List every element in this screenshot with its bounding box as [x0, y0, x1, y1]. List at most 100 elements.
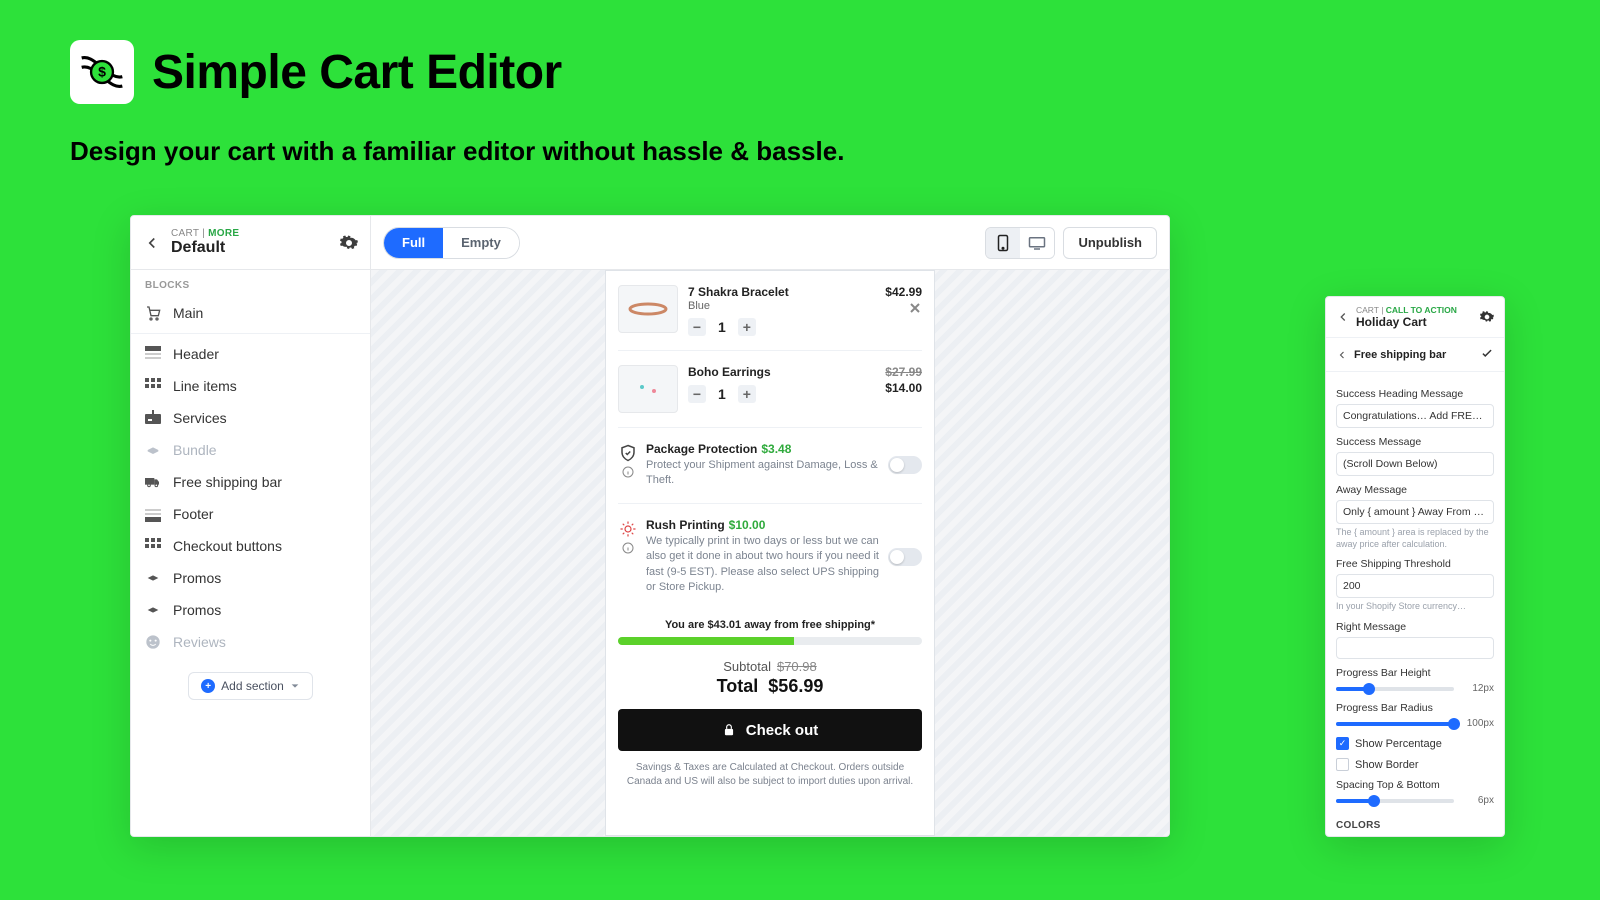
- field-help: The { amount } area is replaced by the a…: [1336, 527, 1494, 550]
- view-mode-toggle: Full Empty: [383, 227, 520, 259]
- product-price: $42.99: [885, 285, 922, 299]
- show-percentage-checkbox[interactable]: ✓Show Percentage: [1336, 737, 1494, 750]
- success-heading-input[interactable]: Congratulations… Add FREE $50 Gift C: [1336, 404, 1494, 428]
- qty-plus-button[interactable]: +: [738, 318, 756, 336]
- sidebar-item-label: Free shipping bar: [173, 474, 282, 490]
- sidebar-item-services[interactable]: Services: [131, 402, 370, 434]
- qty-value: 1: [718, 386, 726, 402]
- preview-canvas: 7 Shakra Bracelet Blue − 1 + $42.99: [371, 270, 1169, 836]
- shield-icon: [619, 444, 637, 462]
- sidebar-item-free-shipping-bar[interactable]: Free shipping bar: [131, 466, 370, 498]
- sidebar-heading: BLOCKS: [131, 270, 370, 297]
- add-section-button[interactable]: + Add section: [188, 672, 313, 700]
- progress-bar-height-slider[interactable]: [1336, 687, 1454, 691]
- remove-item-icon[interactable]: [908, 301, 922, 320]
- editor-window: CART | MORE Default Full Empty Unpublish: [130, 215, 1170, 837]
- chevron-down-icon: [290, 681, 300, 691]
- qty-minus-button[interactable]: −: [688, 385, 706, 403]
- sidebar-item-label: Header: [173, 346, 219, 362]
- quantity-stepper: − 1 +: [688, 318, 875, 336]
- app-title: Simple Cart Editor: [152, 45, 562, 100]
- sidebar-item-label: Promos: [173, 602, 221, 618]
- product-variant: Blue: [688, 300, 875, 312]
- unpublish-button[interactable]: Unpublish: [1063, 227, 1157, 259]
- away-message-input[interactable]: Only { amount } Away From <strong>Fr: [1336, 500, 1494, 524]
- sidebar-item-promos-2[interactable]: Promos: [131, 594, 370, 626]
- field-label: Spacing Top & Bottom: [1336, 779, 1494, 791]
- colors-section-heading: COLORS: [1336, 820, 1494, 831]
- progress-bar-radius-slider[interactable]: [1336, 722, 1454, 726]
- back-arrow-icon[interactable]: [143, 234, 161, 252]
- sidebar-item-label: Footer: [173, 506, 213, 522]
- success-message-input[interactable]: (Scroll Down Below): [1336, 452, 1494, 476]
- mobile-icon[interactable]: [986, 228, 1020, 258]
- sidebar-item-label: Checkout buttons: [173, 538, 282, 554]
- field-label: Success Message: [1336, 436, 1494, 448]
- product-name: Boho Earrings: [688, 365, 875, 379]
- info-icon[interactable]: [622, 466, 634, 478]
- field-label: Away Message: [1336, 484, 1494, 496]
- service-desc: Protect your Shipment against Damage, Lo…: [646, 458, 880, 489]
- qty-plus-button[interactable]: +: [738, 385, 756, 403]
- field-help: In your Shopify Store currency…: [1336, 601, 1494, 613]
- editor-topbar: CART | MORE Default Full Empty Unpublish: [131, 216, 1169, 270]
- inspector-section-header[interactable]: Free shipping bar: [1326, 338, 1504, 372]
- service-row: Package Protection$3.48 Protect your Shi…: [618, 436, 922, 495]
- view-full-button[interactable]: Full: [384, 228, 443, 258]
- sidebar-item-label: Services: [173, 410, 227, 426]
- field-label: Progress Bar Radius: [1336, 702, 1494, 714]
- product-price: $14.00: [885, 381, 922, 395]
- plus-icon: +: [201, 679, 215, 693]
- right-message-input[interactable]: [1336, 637, 1494, 659]
- threshold-input[interactable]: 200: [1336, 574, 1494, 598]
- line-item: 7 Shakra Bracelet Blue − 1 + $42.99: [618, 279, 922, 342]
- view-empty-button[interactable]: Empty: [443, 228, 519, 258]
- back-arrow-icon[interactable]: [1336, 310, 1350, 324]
- quantity-stepper: − 1 +: [688, 385, 875, 403]
- svg-text:$: $: [98, 64, 106, 80]
- show-border-checkbox[interactable]: Show Border: [1336, 758, 1494, 771]
- check-icon: [1480, 346, 1494, 363]
- service-toggle[interactable]: [888, 548, 922, 566]
- gear-icon[interactable]: [340, 234, 358, 252]
- field-label: Right Message: [1336, 621, 1494, 633]
- sidebar-item-reviews[interactable]: Reviews: [131, 626, 370, 658]
- product-name: 7 Shakra Bracelet: [688, 285, 875, 299]
- checkout-button[interactable]: Check out: [618, 709, 922, 751]
- info-icon[interactable]: [622, 542, 634, 554]
- qty-value: 1: [718, 319, 726, 335]
- desktop-icon[interactable]: [1020, 228, 1054, 258]
- spacing-slider[interactable]: [1336, 799, 1454, 803]
- rush-icon: [619, 520, 637, 538]
- breadcrumb: CART | MORE Default: [171, 228, 330, 258]
- breadcrumb-more[interactable]: MORE: [208, 228, 239, 239]
- sidebar-item-line-items[interactable]: Line items: [131, 370, 370, 402]
- total-value: $56.99: [768, 676, 823, 696]
- field-label: Success Heading Message: [1336, 388, 1494, 400]
- back-arrow-icon: [1336, 349, 1348, 361]
- service-toggle[interactable]: [888, 456, 922, 474]
- gear-icon[interactable]: [1480, 310, 1494, 324]
- inspector-panel: CART | CALL TO ACTION Holiday Cart Free …: [1325, 296, 1505, 837]
- field-label: Progress Bar Height: [1336, 667, 1494, 679]
- qty-minus-button[interactable]: −: [688, 318, 706, 336]
- sidebar-item-label: Promos: [173, 570, 221, 586]
- checkout-disclaimer: Savings & Taxes are Calculated at Checko…: [618, 761, 922, 789]
- sidebar-item-main[interactable]: Main: [131, 297, 370, 329]
- sidebar-item-label: Bundle: [173, 442, 217, 458]
- progress-bar: [618, 637, 922, 645]
- sidebar-item-label: Reviews: [173, 634, 226, 650]
- lock-icon: [722, 723, 736, 737]
- service-price: $3.48: [761, 442, 791, 456]
- sidebar-item-footer[interactable]: Footer: [131, 498, 370, 530]
- sidebar-item-promos-1[interactable]: Promos: [131, 562, 370, 594]
- line-item: Boho Earrings − 1 + $27.99 $14.00: [618, 359, 922, 419]
- sidebar-item-label: Line items: [173, 378, 237, 394]
- sidebar-item-bundle[interactable]: Bundle: [131, 434, 370, 466]
- service-row: Rush Printing$10.00 We typically print i…: [618, 512, 922, 602]
- subtotal-strike: $70.98: [777, 659, 817, 674]
- sidebar-item-checkout-buttons[interactable]: Checkout buttons: [131, 530, 370, 562]
- totals: Subtotal$70.98 Total$56.99: [618, 659, 922, 697]
- tagline: Design your cart with a familiar editor …: [70, 136, 1530, 167]
- sidebar-item-header[interactable]: Header: [131, 338, 370, 370]
